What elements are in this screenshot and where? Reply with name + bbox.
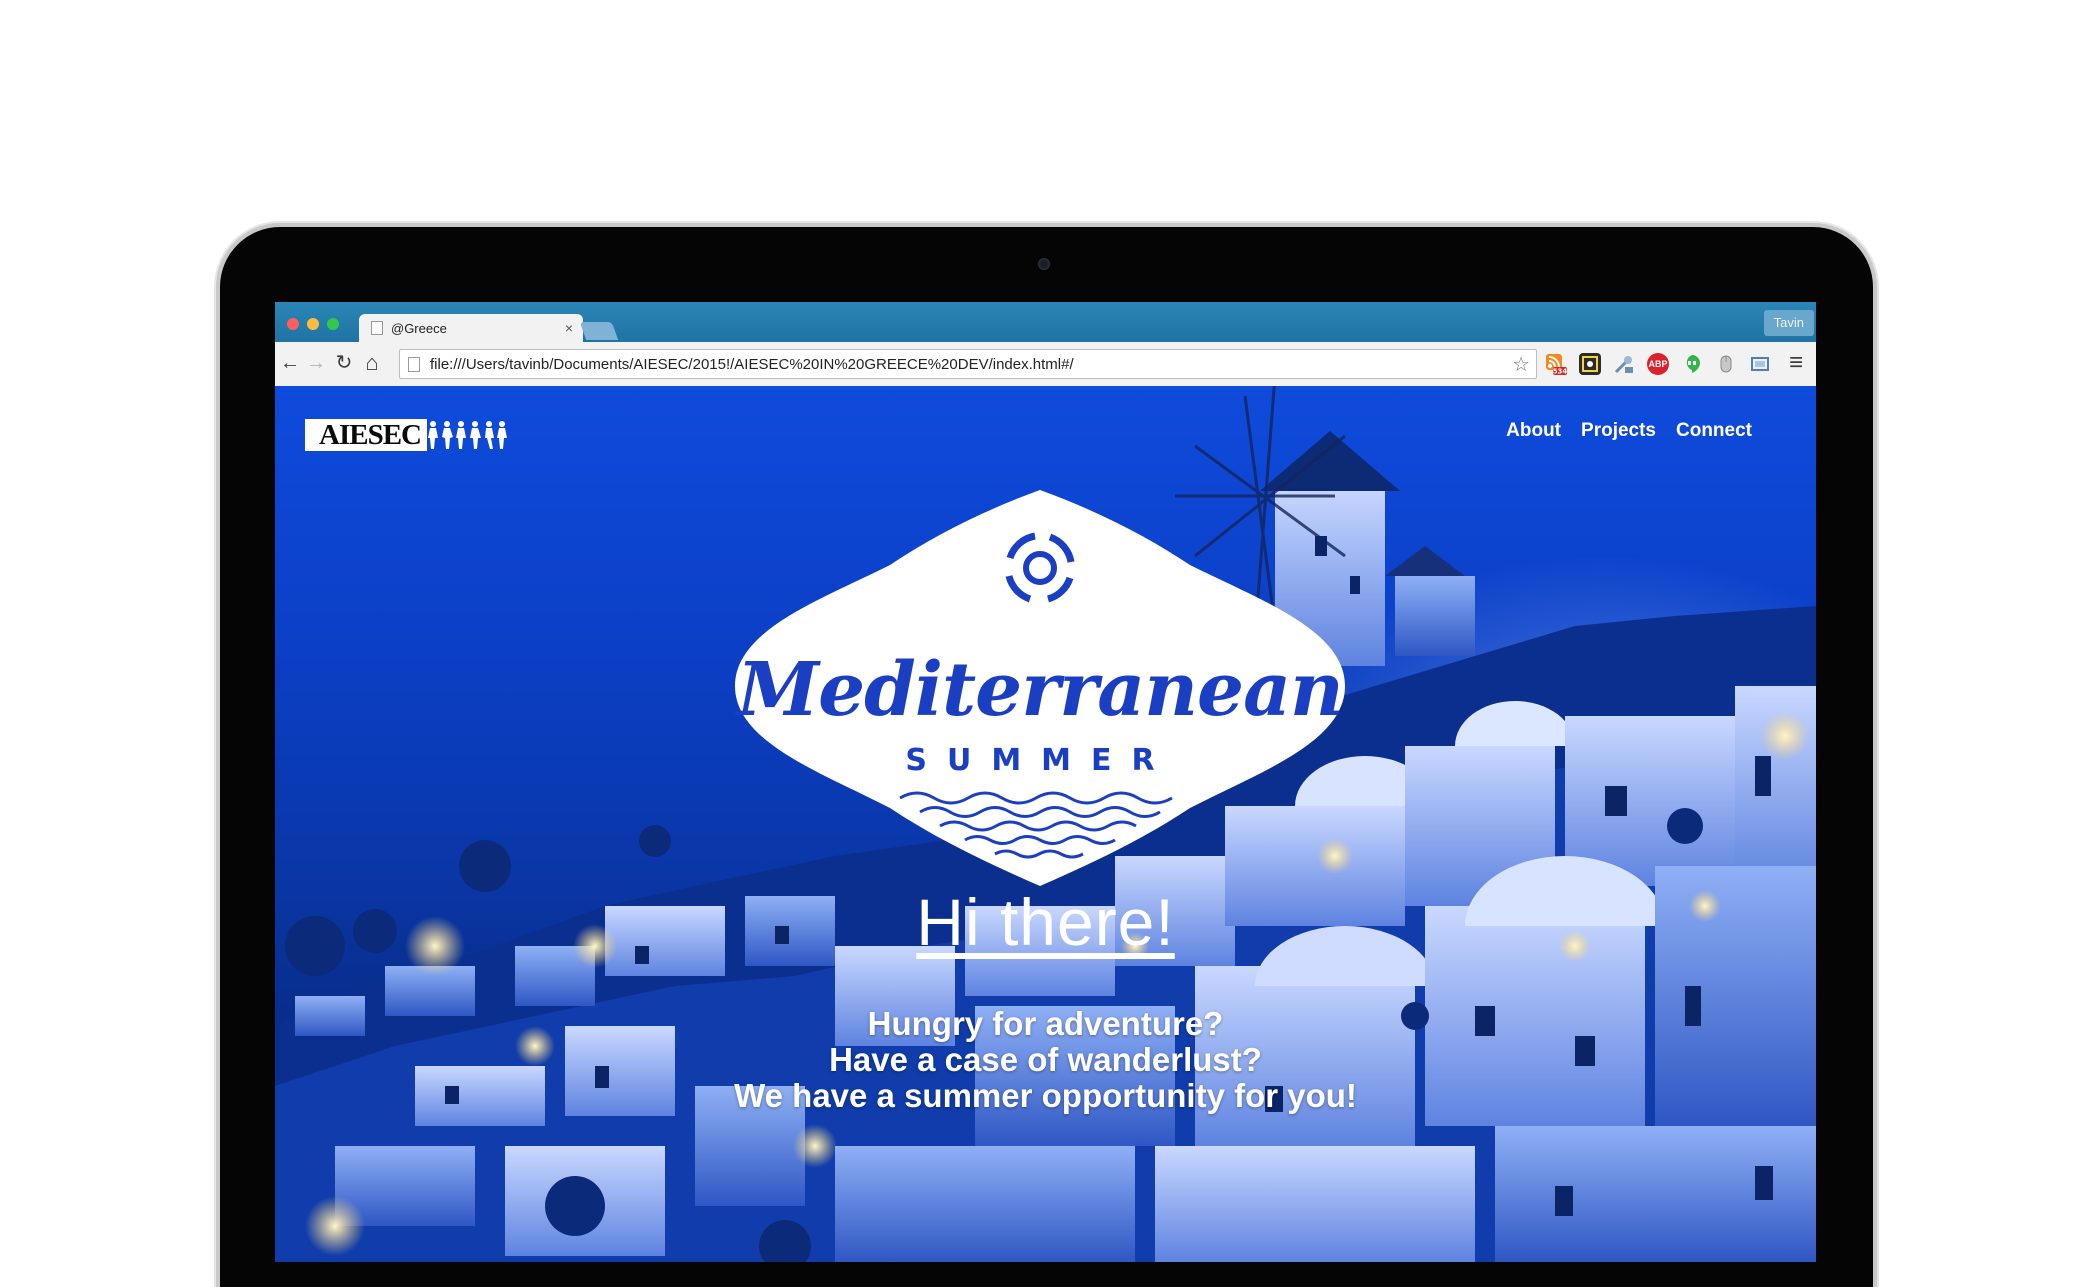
page-icon bbox=[371, 321, 383, 335]
tagline-line-2: Have a case of wanderlust? bbox=[829, 1041, 1262, 1078]
home-icon[interactable]: ⌂ bbox=[359, 350, 385, 376]
svg-text:534: 534 bbox=[1553, 368, 1567, 376]
mouse-icon[interactable] bbox=[1715, 353, 1737, 375]
nav-link-about[interactable]: About bbox=[1506, 420, 1561, 442]
profile-button[interactable]: Tavin bbox=[1763, 310, 1814, 336]
tab-title: @Greece bbox=[391, 320, 447, 336]
webcam-icon bbox=[1038, 258, 1050, 270]
mediterranean-summer-badge: Mediterranean SUMMER bbox=[735, 490, 1345, 886]
browser-tab[interactable]: @Greece × bbox=[359, 314, 583, 342]
tagline: Hungry for adventure? Have a case of wan… bbox=[275, 1006, 1816, 1114]
page-icon bbox=[408, 356, 420, 372]
tagline-line-3: We have a summer opportunity for you! bbox=[734, 1077, 1357, 1114]
zoom-window-button[interactable] bbox=[327, 318, 339, 330]
tools-icon[interactable] bbox=[1613, 353, 1635, 375]
forward-icon[interactable]: → bbox=[303, 350, 329, 376]
tab-close-icon[interactable]: × bbox=[565, 320, 573, 336]
close-window-button[interactable] bbox=[287, 318, 299, 330]
aiesec-logo[interactable]: AIESEC bbox=[305, 419, 540, 451]
new-tab-button[interactable] bbox=[579, 322, 619, 340]
screenshot-icon[interactable] bbox=[1579, 353, 1601, 375]
badge-summer-text: SUMMER bbox=[905, 743, 1174, 778]
people-silhouette-icon bbox=[428, 421, 507, 449]
browser-tabstrip: @Greece × Tavin bbox=[275, 302, 1816, 342]
logo-text: AIESEC bbox=[305, 419, 427, 451]
menu-icon[interactable]: ≡ bbox=[1783, 350, 1809, 376]
rss-feed-icon[interactable]: 534 bbox=[1545, 353, 1567, 376]
web-page: AIESEC About Projects Connect Mediterran… bbox=[275, 386, 1816, 1262]
headline: Hi there! bbox=[916, 885, 1175, 959]
laptop-screen: @Greece × Tavin ← → ↻ ⌂ file:///Users/ta… bbox=[275, 302, 1816, 1262]
site-nav: About Projects Connect bbox=[1506, 420, 1752, 442]
reload-icon[interactable]: ↻ bbox=[331, 350, 357, 376]
url-text[interactable]: file:///Users/tavinb/Documents/AIESEC/20… bbox=[430, 356, 1512, 373]
adblock-icon[interactable]: ABP bbox=[1647, 353, 1669, 375]
address-bar[interactable]: file:///Users/tavinb/Documents/AIESEC/20… bbox=[399, 349, 1537, 379]
nav-link-projects[interactable]: Projects bbox=[1581, 420, 1656, 442]
back-icon[interactable]: ← bbox=[277, 350, 303, 376]
minimize-window-button[interactable] bbox=[307, 318, 319, 330]
tagline-line-1: Hungry for adventure? bbox=[867, 1005, 1224, 1042]
badge-script-text: Mediterranean bbox=[735, 647, 1343, 733]
nav-link-connect[interactable]: Connect bbox=[1676, 420, 1752, 442]
hangouts-icon[interactable] bbox=[1681, 353, 1703, 375]
bookmark-star-icon[interactable]: ☆ bbox=[1512, 352, 1530, 377]
browser-toolbar: ← → ↻ ⌂ file:///Users/tavinb/Documents/A… bbox=[275, 342, 1816, 387]
cast-icon[interactable] bbox=[1749, 353, 1771, 375]
